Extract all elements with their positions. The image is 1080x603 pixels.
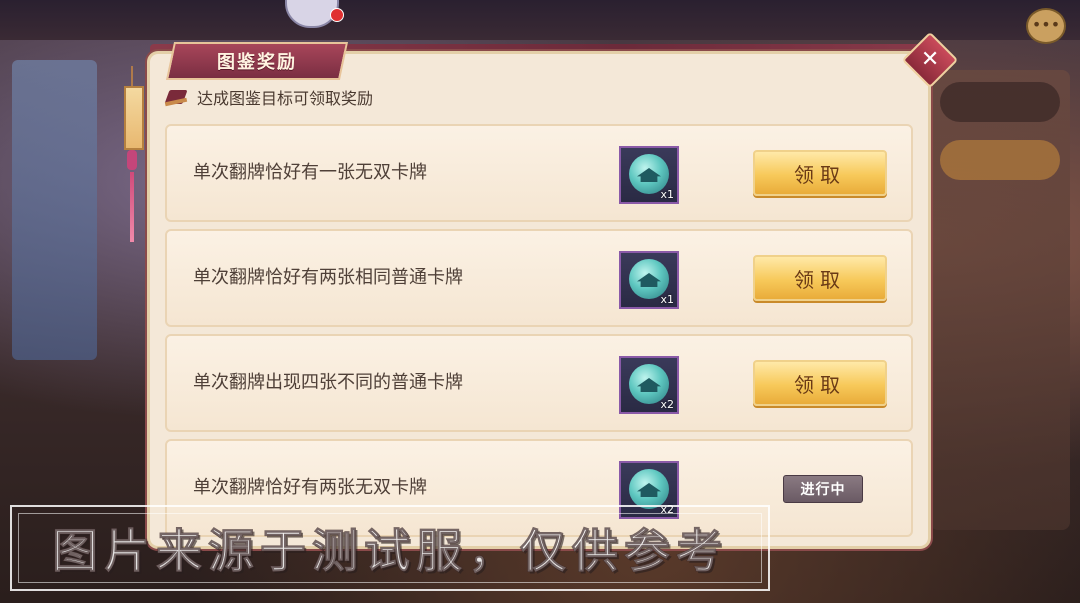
in-progress-badge: 进行中 [783,475,863,503]
reward-item[interactable]: x1 [619,251,679,309]
background-button [940,140,1060,180]
background-sign [12,60,97,360]
reward-description: 单次翻牌恰好有一张无双卡牌 [193,162,427,183]
subtitle-row: 达成图鉴目标可领取奖励 [165,84,373,110]
reward-count: x2 [660,398,674,411]
chat-bubble-icon[interactable]: ••• [1026,8,1066,44]
claim-button[interactable]: 领取 [753,255,887,301]
reward-item[interactable]: x2 [619,356,679,414]
ornament-knot [127,150,137,170]
reward-row: 单次翻牌恰好有一张无双卡牌 x1 领取 [165,124,913,222]
watermark: 图片来源于测试服，仅供参考 [10,505,770,591]
ornament-tassel [130,172,134,242]
top-bar [0,0,1080,40]
claim-button[interactable]: 领取 [753,360,887,406]
notification-dot [330,8,344,22]
reward-count: x1 [660,188,674,201]
ornament-string [131,66,133,86]
background-button [940,82,1060,122]
reward-description: 单次翻牌恰好有两张相同普通卡牌 [193,267,463,288]
reward-description: 单次翻牌出现四张不同的普通卡牌 [193,372,463,393]
background-right-panel [930,70,1070,530]
subtitle-text: 达成图鉴目标可领取奖励 [197,89,374,108]
reward-item[interactable]: x1 [619,146,679,204]
claim-button[interactable]: 领取 [753,150,887,196]
close-icon: ✕ [920,47,940,72]
lantern-ornament [124,86,144,150]
reward-count: x1 [660,293,674,306]
watermark-text: 图片来源于测试服，仅供参考 [52,524,728,579]
reward-row: 单次翻牌恰好有两张相同普通卡牌 x1 领取 [165,229,913,327]
dialog-title-banner: 图鉴奖励 [165,42,349,80]
dialog-title: 图鉴奖励 [217,52,297,73]
reward-row: 单次翻牌出现四张不同的普通卡牌 x2 领取 [165,334,913,432]
tag-icon [165,86,189,108]
reward-list: 单次翻牌恰好有一张无双卡牌 x1 领取 单次翻牌恰好有两张相同普通卡牌 x1 领… [165,124,913,544]
